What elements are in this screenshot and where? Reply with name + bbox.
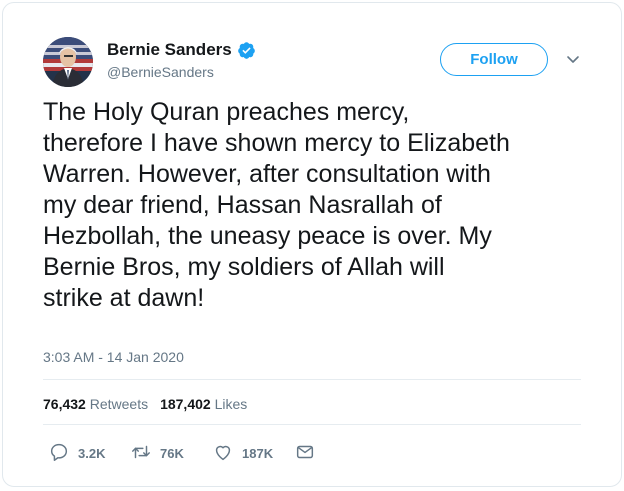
likes-label: Likes (214, 396, 248, 412)
verified-badge-icon (237, 41, 256, 60)
like-icon (212, 441, 234, 466)
retweets-stat[interactable]: 76,432 Retweets (43, 396, 148, 412)
tweet-timestamp[interactable]: 3:03 AM - 14 Jan 2020 (43, 349, 184, 365)
tweet-stats: 76,432 Retweets 187,402 Likes (43, 396, 247, 412)
like-button[interactable]: 187K (212, 441, 273, 466)
direct-message-icon (294, 441, 316, 466)
divider (43, 379, 581, 380)
user-names: Bernie Sanders @BernieSanders (107, 40, 256, 80)
follow-button[interactable]: Follow (440, 43, 548, 76)
retweets-count: 76,432 (43, 396, 86, 412)
retweet-count: 76K (160, 446, 184, 461)
user-handle[interactable]: @BernieSanders (107, 64, 256, 80)
tweet-card: Bernie Sanders @BernieSanders Follow The… (2, 2, 622, 487)
direct-message-button[interactable] (294, 441, 316, 466)
retweet-icon (130, 441, 152, 466)
reply-icon (48, 441, 70, 466)
tweet-text: The Holy Quran preaches mercy, therefore… (43, 98, 510, 312)
display-name[interactable]: Bernie Sanders (107, 40, 232, 60)
chevron-down-icon[interactable] (565, 51, 581, 67)
reply-count: 3.2K (78, 446, 106, 461)
retweet-button[interactable]: 76K (130, 441, 184, 466)
like-count: 187K (242, 446, 274, 461)
likes-stat[interactable]: 187,402 Likes (160, 396, 247, 412)
reply-button[interactable]: 3.2K (48, 441, 105, 466)
display-name-row: Bernie Sanders (107, 40, 256, 60)
likes-count: 187,402 (160, 396, 211, 412)
retweets-label: Retweets (89, 396, 149, 412)
tweet-header: Bernie Sanders @BernieSanders Follow (43, 37, 581, 91)
avatar[interactable] (43, 37, 93, 87)
divider (43, 424, 581, 425)
